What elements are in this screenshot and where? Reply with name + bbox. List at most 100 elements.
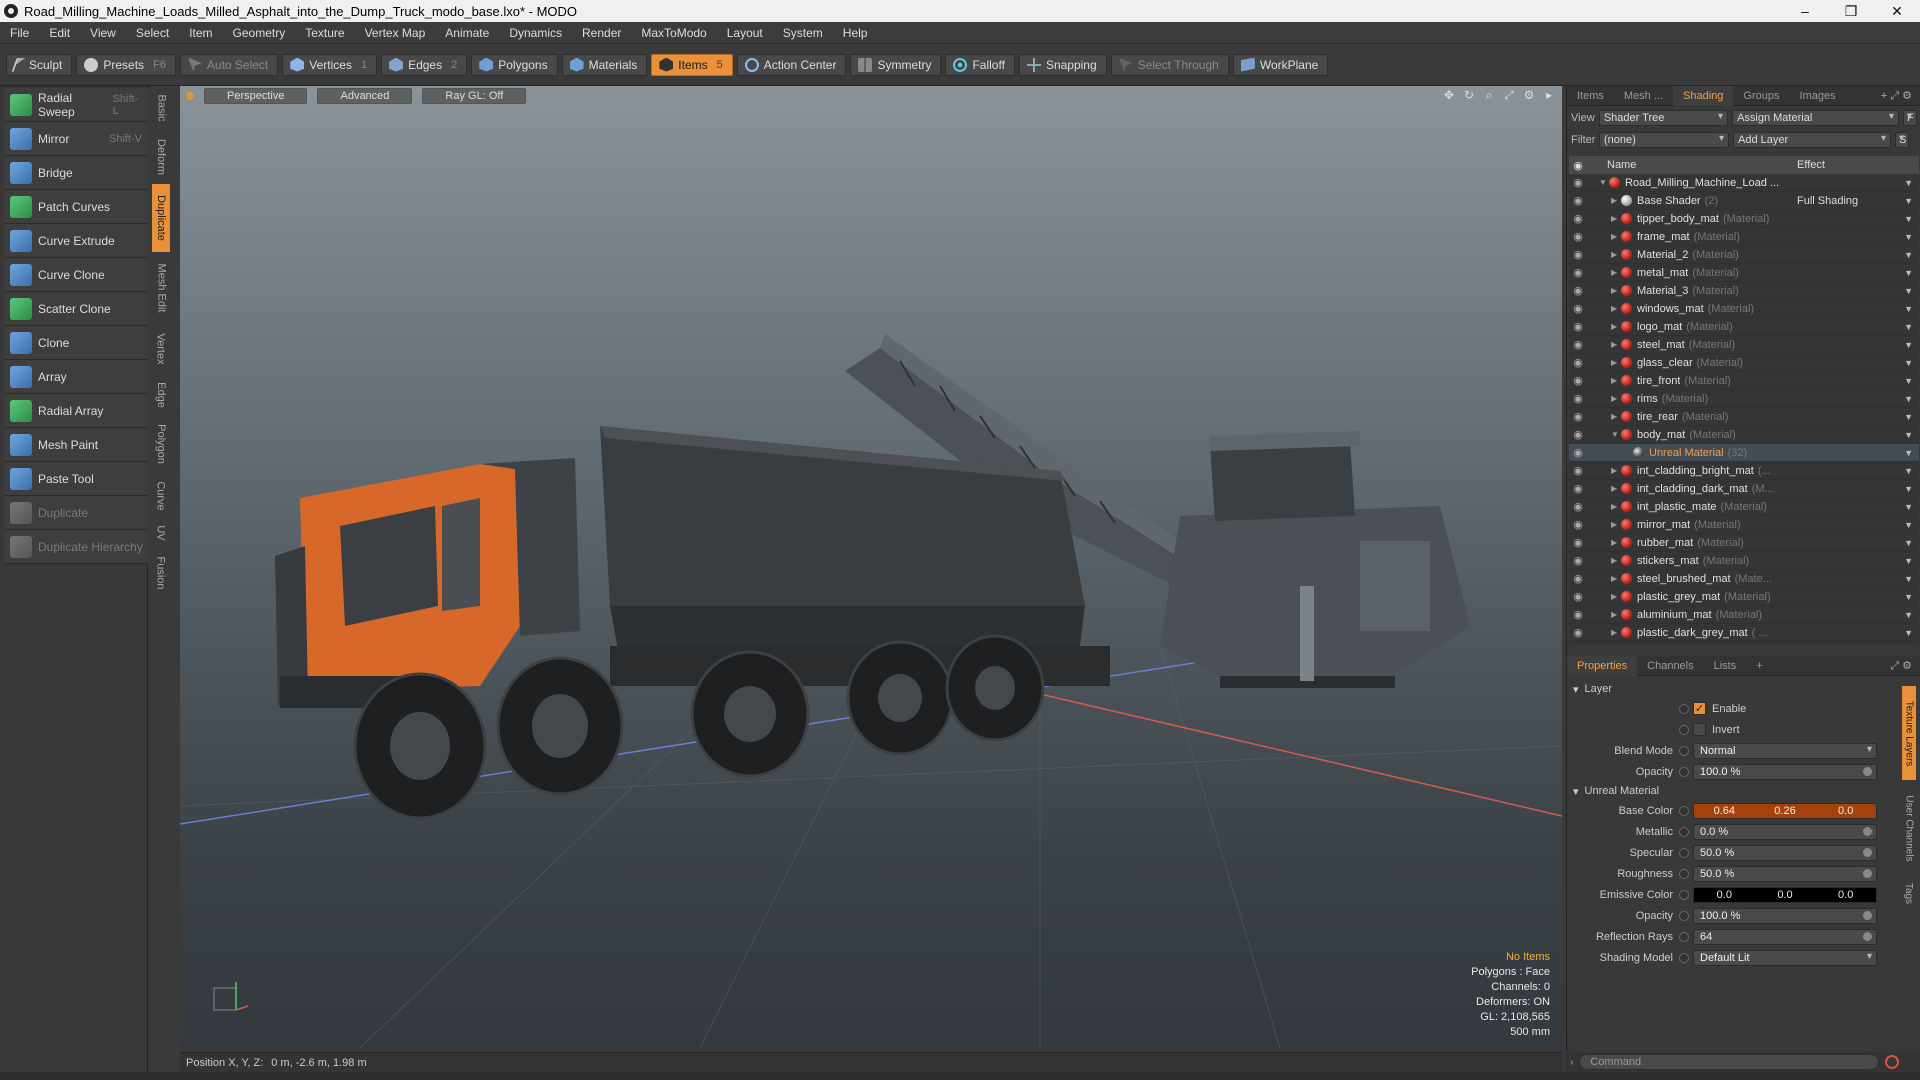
menu-system[interactable]: System xyxy=(773,26,833,40)
tool-scatter-clone[interactable]: Scatter Clone xyxy=(4,292,148,326)
tab-shading[interactable]: Shading xyxy=(1673,85,1734,106)
tool-mesh-paint[interactable]: Mesh Paint xyxy=(4,428,148,462)
assign-material-dropdown[interactable]: Assign Material xyxy=(1732,110,1900,126)
visibility-eye-icon[interactable]: ◉ xyxy=(1569,248,1587,261)
emissive-color-field[interactable]: 0.0 0.0 0.0 xyxy=(1693,886,1877,903)
tab-items[interactable]: Items xyxy=(1567,86,1614,106)
tab-channels[interactable]: Channels xyxy=(1637,656,1703,676)
shader-tree-row[interactable]: ◉ ▶ int_cladding_dark_mat (M... ▼ xyxy=(1569,480,1919,498)
shader-tree-row[interactable]: ◉ ▶ Material_2 (Material) ▼ xyxy=(1569,246,1919,264)
materials-button[interactable]: Materials xyxy=(561,53,648,76)
name-column-header[interactable]: Name xyxy=(1587,159,1797,171)
action-center-button[interactable]: Action Center xyxy=(736,53,847,76)
expand-triangle-icon[interactable]: ▶ xyxy=(1611,286,1621,295)
metallic-field[interactable]: 0.0 % xyxy=(1693,823,1877,840)
shader-tree-row[interactable]: ◉ ▶ logo_mat (Material) ▼ xyxy=(1569,318,1919,336)
view-mode-button[interactable]: Perspective xyxy=(204,88,308,104)
emissive-g[interactable]: 0.0 xyxy=(1755,889,1816,901)
unreal-section-header[interactable]: ▾ Unreal Material xyxy=(1567,782,1920,800)
visibility-eye-icon[interactable]: ◉ xyxy=(1569,518,1587,531)
properties-options-icon[interactable]: ⤢⚙ xyxy=(1890,659,1915,673)
shading-model-dropdown[interactable]: Default Lit xyxy=(1693,949,1877,966)
tool-duplicate[interactable]: Duplicate xyxy=(4,496,148,530)
menu-vertex-map[interactable]: Vertex Map xyxy=(355,26,436,40)
menu-dynamics[interactable]: Dynamics xyxy=(499,26,572,40)
shader-tree-row[interactable]: ◉ ▶ metal_mat (Material) ▼ xyxy=(1569,264,1919,282)
material-opacity-knob[interactable] xyxy=(1863,911,1872,920)
viewport-menu-dot[interactable] xyxy=(186,92,194,100)
visibility-eye-icon[interactable]: ◉ xyxy=(1569,230,1587,243)
base-color-r[interactable]: 0.64 xyxy=(1694,805,1755,817)
minimize-button[interactable]: – xyxy=(1782,0,1828,22)
effect-dropdown-icon[interactable]: ▼ xyxy=(1904,556,1913,566)
visibility-eye-icon[interactable]: ◉ xyxy=(1569,284,1587,297)
tab-deform[interactable]: Deform xyxy=(152,132,170,182)
reflection-slider-knob[interactable] xyxy=(1863,932,1872,941)
effect-dropdown-icon[interactable]: ▼ xyxy=(1904,394,1913,404)
menu-file[interactable]: File xyxy=(0,26,39,40)
expand-triangle-icon[interactable]: ▶ xyxy=(1611,394,1621,403)
expand-triangle-icon[interactable]: ▶ xyxy=(1611,610,1621,619)
effect-dropdown-icon[interactable]: ▼ xyxy=(1904,304,1913,314)
shader-tree-row[interactable]: ◉ ▶ mirror_mat (Material) ▼ xyxy=(1569,516,1919,534)
layer-opacity-field[interactable]: 100.0 % xyxy=(1693,763,1877,780)
visibility-eye-icon[interactable]: ◉ xyxy=(1569,536,1587,549)
expand-triangle-icon[interactable]: ▶ xyxy=(1611,232,1621,241)
tool-clone[interactable]: Clone xyxy=(4,326,148,360)
visibility-eye-icon[interactable]: ◉ xyxy=(1569,572,1587,585)
effect-dropdown-icon[interactable]: ▼ xyxy=(1904,502,1913,512)
expand-triangle-icon[interactable]: ▶ xyxy=(1611,574,1621,583)
vertices-button[interactable]: Vertices 1 xyxy=(282,53,378,76)
specular-slider-knob[interactable] xyxy=(1863,848,1872,857)
side-tab-user-channels[interactable]: User Channels xyxy=(1902,784,1916,872)
visibility-eye-icon[interactable]: ◉ xyxy=(1569,338,1587,351)
metallic-slider-knob[interactable] xyxy=(1863,827,1872,836)
effect-dropdown-icon[interactable]: ▼ xyxy=(1904,178,1913,188)
shader-tree-row[interactable]: ◉ ▶ rubber_mat (Material) ▼ xyxy=(1569,534,1919,552)
tab-groups[interactable]: Groups xyxy=(1733,86,1789,106)
side-tab-tags[interactable]: Tags xyxy=(1902,876,1916,910)
expand-triangle-icon[interactable]: ▶ xyxy=(1611,538,1621,547)
expand-triangle-icon[interactable]: ▶ xyxy=(1611,376,1621,385)
tab-fusion[interactable]: Fusion xyxy=(152,548,170,598)
side-tab-texture-layers[interactable]: Texture Layers xyxy=(1902,686,1916,780)
effect-dropdown-icon[interactable]: ▼ xyxy=(1904,574,1913,584)
raygl-button[interactable]: Ray GL: Off xyxy=(422,88,527,104)
view-dropdown[interactable]: Shader Tree xyxy=(1598,110,1729,126)
visibility-eye-icon[interactable]: ◉ xyxy=(1569,446,1587,459)
base-color-field[interactable]: 0.64 0.26 0.0 xyxy=(1693,802,1877,819)
shader-tree-row[interactable]: ◉ ▶ frame_mat (Material) ▼ xyxy=(1569,228,1919,246)
visibility-eye-icon[interactable]: ◉ xyxy=(1569,356,1587,369)
shader-tree-row[interactable]: ◉ ▶ plastic_dark_grey_mat( ... ▼ xyxy=(1569,624,1919,642)
shader-tree-row[interactable]: ◉ ▶ tire_rear (Material) ▼ xyxy=(1569,408,1919,426)
visibility-eye-icon[interactable]: ◉ xyxy=(1569,464,1587,477)
tab-duplicate[interactable]: Duplicate xyxy=(152,184,170,252)
specular-field[interactable]: 50.0 % xyxy=(1693,844,1877,861)
tool-radial-sweep[interactable]: Radial Sweep Shift-L xyxy=(4,88,148,122)
layer-section-header[interactable]: ▾ Layer xyxy=(1567,680,1920,698)
shader-tree-row[interactable]: ◉ ▼ Road_Milling_Machine_Load ... ▼ xyxy=(1569,174,1919,192)
f-button[interactable]: F xyxy=(1903,110,1917,126)
expand-triangle-icon[interactable]: ▶ xyxy=(1611,484,1621,493)
effect-dropdown-icon[interactable]: ▼ xyxy=(1904,628,1913,638)
panel-options-icon[interactable]: +⤢⚙ xyxy=(1881,89,1915,103)
visibility-eye-icon[interactable]: ◉ xyxy=(1569,194,1587,207)
tool-duplicate-hierarchy[interactable]: Duplicate Hierarchy xyxy=(4,530,148,564)
effect-dropdown-icon[interactable]: ▼ xyxy=(1904,376,1913,386)
shader-tree-row[interactable]: ◉ ▼ body_mat (Material) ▼ xyxy=(1569,426,1919,444)
shader-tree-row[interactable]: ◉ ▶ plastic_grey_mat (Material) ▼ xyxy=(1569,588,1919,606)
expand-triangle-icon[interactable]: ▶ xyxy=(1611,268,1621,277)
effect-dropdown-icon[interactable]: ▼ xyxy=(1904,466,1913,476)
add-layer-dropdown[interactable]: Add Layer xyxy=(1733,132,1891,148)
expand-triangle-icon[interactable]: ▶ xyxy=(1611,502,1621,511)
tool-curve-extrude[interactable]: Curve Extrude xyxy=(4,224,148,258)
visibility-eye-icon[interactable]: ◉ xyxy=(1569,626,1587,639)
effect-dropdown-icon[interactable]: ▼ xyxy=(1904,592,1913,602)
tab-polygon[interactable]: Polygon xyxy=(152,416,170,472)
menu-texture[interactable]: Texture xyxy=(295,26,354,40)
shader-tree-row[interactable]: ◉ ▶ Base Shader (2) Full Shading ▼ xyxy=(1569,192,1919,210)
menu-render[interactable]: Render xyxy=(572,26,631,40)
base-color-b[interactable]: 0.0 xyxy=(1815,805,1876,817)
effect-dropdown-icon[interactable]: ▼ xyxy=(1904,358,1913,368)
shader-tree-row[interactable]: ◉ ▶ aluminium_mat (Material) ▼ xyxy=(1569,606,1919,624)
